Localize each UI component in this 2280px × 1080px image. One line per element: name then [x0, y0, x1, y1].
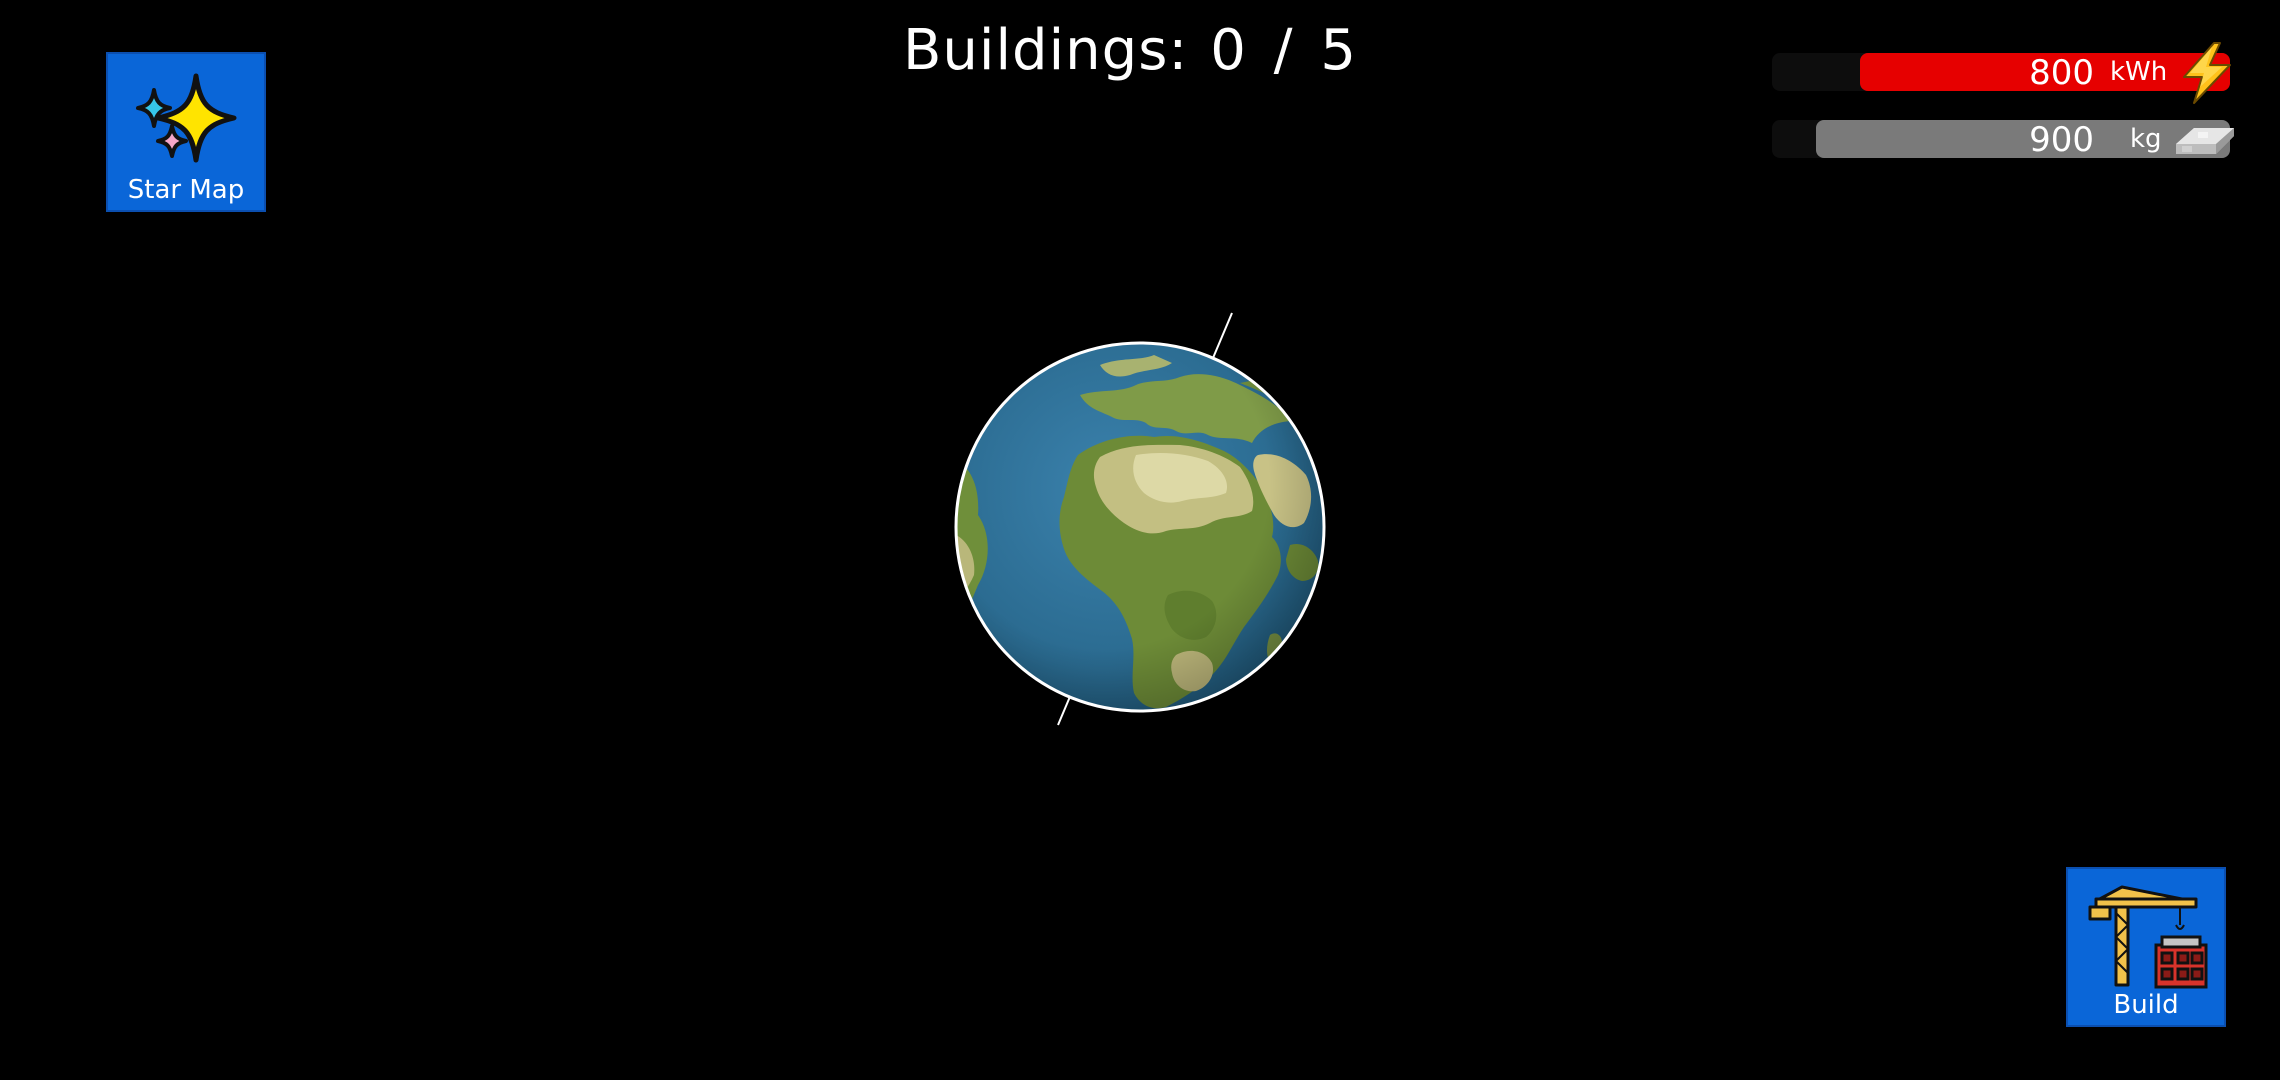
energy-unit: kWh: [2110, 57, 2168, 87]
metal-ingot-icon: [2176, 128, 2234, 154]
construction-crane-icon: [2088, 885, 2208, 989]
star-map-label: Star Map: [127, 175, 245, 205]
metal-unit: kg: [2130, 124, 2162, 154]
energy-bar: 800 kWh: [1772, 42, 2231, 104]
earth-planet: [954, 312, 1326, 726]
game-screen: Star Map Buildings: 0 / 5 800 kWh 900 kg: [0, 0, 2280, 1080]
buildings-value: 0 / 5: [1210, 18, 1357, 83]
metal-amount: 900: [2029, 120, 2094, 160]
metal-bar: 900 kg: [1772, 120, 2234, 160]
buildings-label: Buildings:: [903, 18, 1189, 83]
build-button[interactable]: Build: [2066, 867, 2226, 1027]
lightning-bolt-icon: [2183, 42, 2231, 104]
energy-amount: 800: [2029, 53, 2094, 93]
build-label: Build: [2113, 990, 2179, 1020]
